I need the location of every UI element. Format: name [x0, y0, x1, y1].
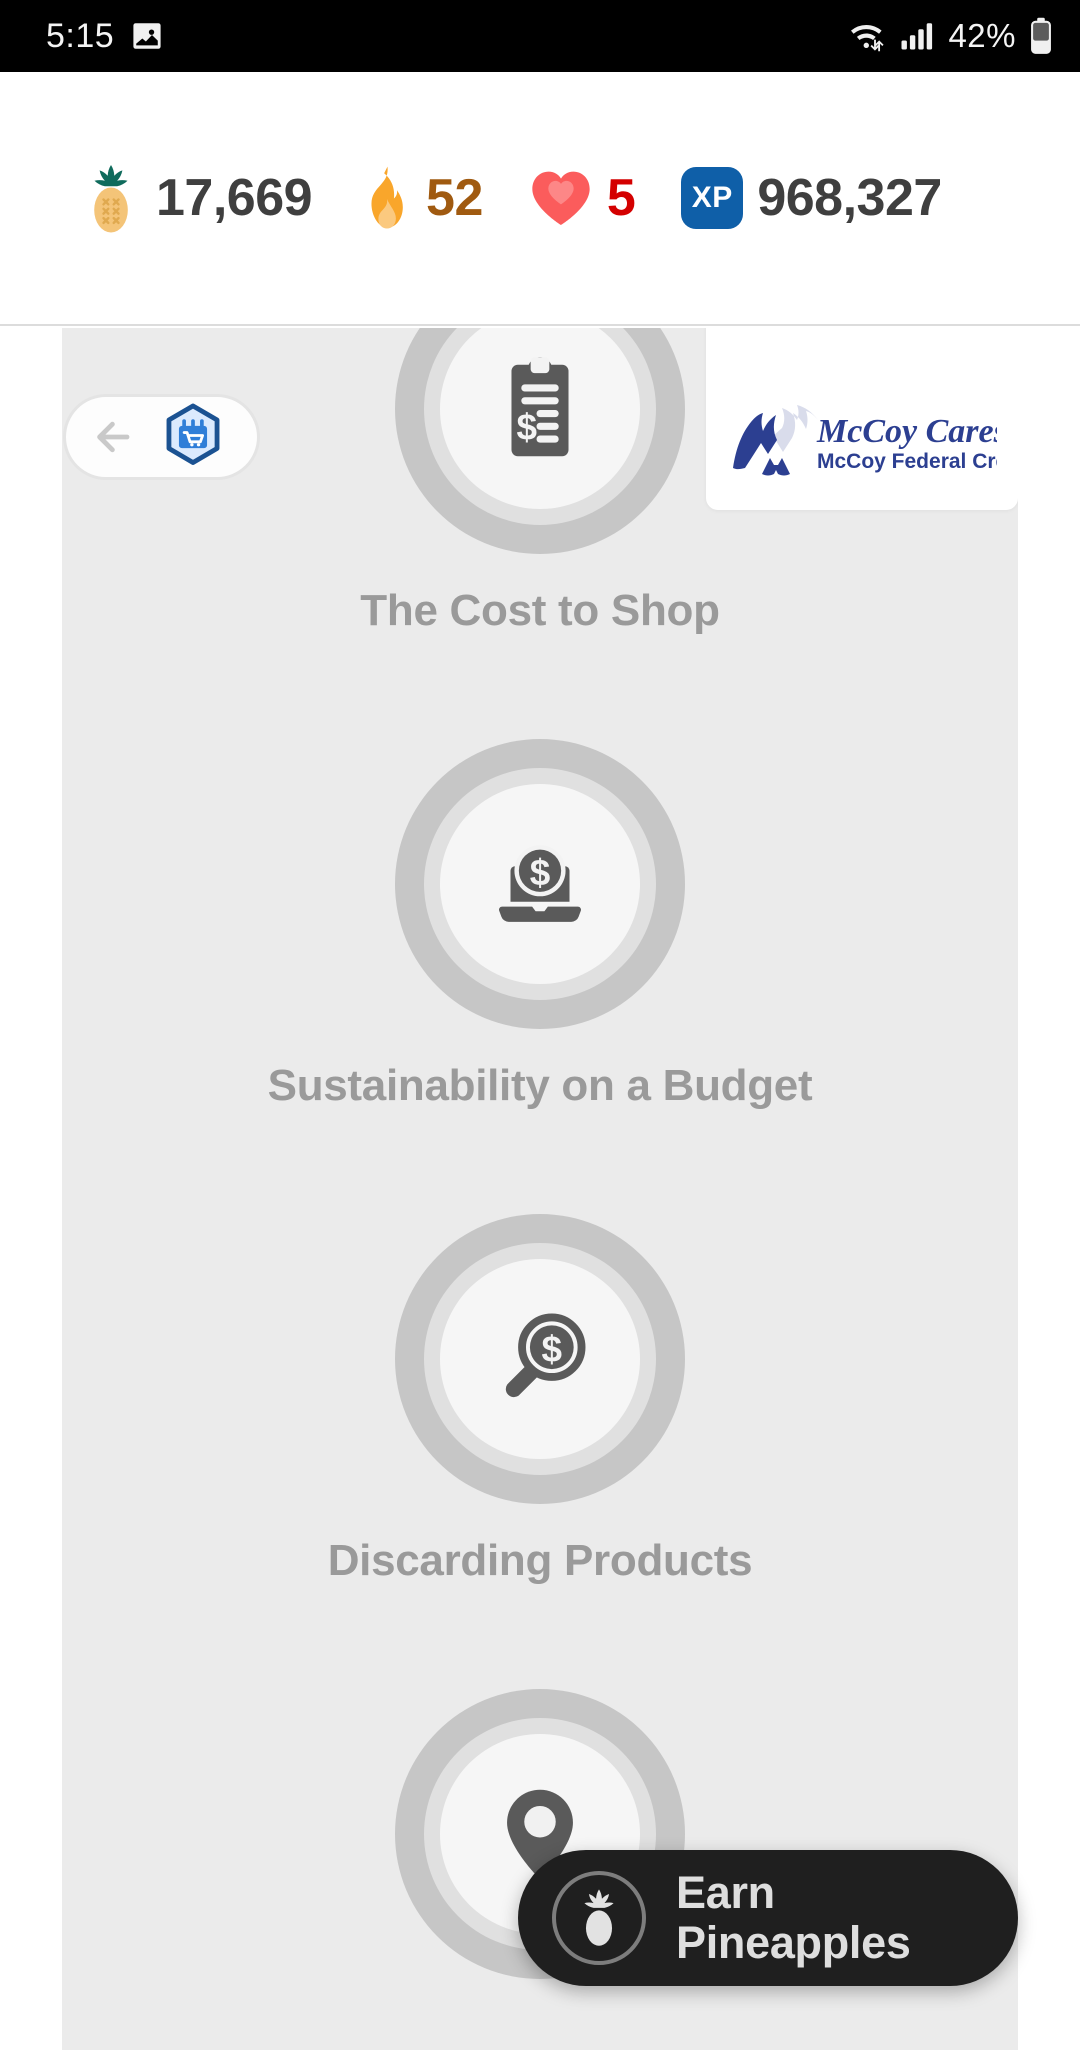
earn-pineapples-line2: Pineapples: [676, 1917, 911, 1968]
stat-pineapple-value: 17,669: [156, 169, 313, 227]
svg-text:$: $: [542, 1328, 563, 1369]
module-disc: $: [440, 784, 640, 984]
module-ring-inner: $: [424, 328, 656, 525]
module-disc: $: [440, 1259, 640, 1459]
wifi-data-icon: [846, 19, 888, 53]
stats-header: 17,669 52 5 XP 968,327: [0, 72, 1080, 326]
stat-streak-value: 52: [426, 169, 483, 227]
earn-pineapples-line1: Earn: [676, 1866, 775, 1918]
cellular-signal-icon: [900, 21, 936, 51]
svg-text:$: $: [530, 852, 551, 893]
module-ring-inner: $: [424, 768, 656, 1000]
back-button[interactable]: [63, 394, 260, 480]
course-content-area: $ The Cost to Shop $ Sustainability on a…: [62, 328, 1018, 2050]
battery-percent-label: 42%: [948, 17, 1016, 54]
sponsor-logo-card[interactable]: McCoy Cares McCoy Federal Credit Union: [706, 328, 1018, 510]
module-item-sustainability-budget[interactable]: $ Sustainability on a Budget: [62, 739, 1018, 1111]
module-item-discarding-products[interactable]: $ Discarding Products: [62, 1214, 1018, 1586]
back-arrow-icon[interactable]: [88, 407, 148, 467]
stat-xp[interactable]: XP 968,327: [681, 167, 942, 229]
module-ring: $: [395, 739, 685, 1029]
mccoy-mountain-logo-icon: McCoy Cares McCoy Federal Credit Union: [733, 405, 997, 476]
shopping-calendar-hex-icon[interactable]: [156, 400, 230, 474]
stat-streak[interactable]: 52: [358, 165, 483, 231]
status-bar-clock: 5:15: [46, 16, 115, 55]
fire-icon: [358, 165, 412, 231]
module-label: Discarding Products: [327, 1536, 753, 1585]
module-label: The Cost to Shop: [360, 586, 720, 635]
image-icon: [130, 19, 164, 53]
xp-badge-icon: XP: [681, 167, 744, 229]
module-disc: $: [440, 328, 640, 509]
clipboard-dollar-icon: $: [481, 350, 599, 468]
earn-pineapples-button[interactable]: Earn Pineapples: [518, 1850, 1018, 1986]
sponsor-title-text: McCoy Cares: [816, 413, 997, 450]
status-bar-right: 42%: [846, 17, 1054, 55]
status-bar: 5:15 42%: [0, 0, 1080, 72]
sponsor-subtitle-text: McCoy Federal Credit Union: [817, 450, 997, 473]
status-bar-left: 5:15: [46, 17, 164, 56]
battery-icon: [1028, 17, 1054, 55]
module-ring: $: [395, 328, 685, 554]
earn-pineapples-label: Earn Pineapples: [676, 1866, 911, 1969]
stat-lives[interactable]: 5: [529, 168, 636, 228]
stat-pineapple[interactable]: 17,669: [80, 162, 313, 234]
stat-xp-value: 968,327: [757, 169, 942, 227]
svg-text:$: $: [516, 406, 537, 447]
stat-lives-value: 5: [606, 169, 636, 227]
module-ring: $: [395, 1214, 685, 1504]
pineapple-outline-icon: [552, 1871, 646, 1965]
module-ring-inner: $: [424, 1243, 656, 1475]
app-screen: 5:15 42% 17,669 52 5 XP 968,327 $ The Co…: [0, 0, 1080, 2058]
magnifier-dollar-icon: $: [481, 1300, 599, 1418]
pineapple-icon: [80, 162, 142, 234]
heart-icon: [529, 168, 593, 228]
laptop-dollar-icon: $: [481, 825, 599, 943]
module-label: Sustainability on a Budget: [267, 1061, 813, 1110]
